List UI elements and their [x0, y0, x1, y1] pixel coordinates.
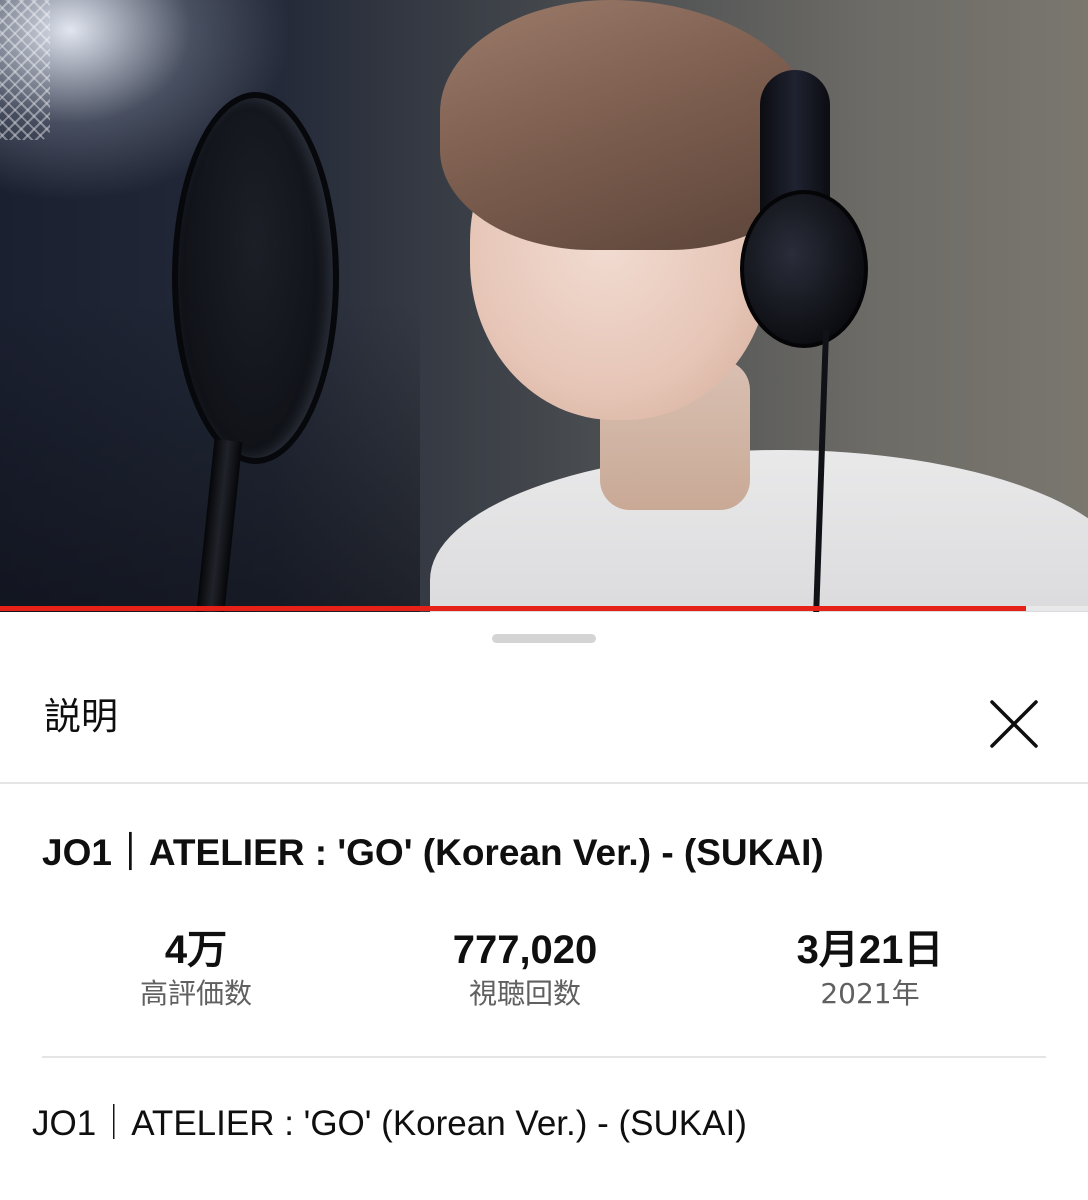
person-sweater-image — [430, 450, 1088, 612]
likes-count: 4万 — [164, 928, 228, 972]
drag-handle[interactable] — [492, 634, 596, 643]
microphone-image — [0, 0, 50, 140]
video-stats: 4万 高評価数 777,020 視聴回数 3月21日 2021年 — [0, 926, 1088, 1036]
views-count: 777,020 — [452, 928, 598, 972]
pop-filter-image — [172, 92, 339, 464]
video-title: JO1｜ATELIER : 'GO' (Korean Ver.) - (SUKA… — [42, 832, 824, 873]
close-icon — [990, 700, 1038, 748]
video-progress-bar[interactable] — [0, 606, 1088, 611]
header-divider — [0, 782, 1088, 784]
headphone-cup-image — [740, 190, 868, 348]
video-progress-fill — [0, 606, 1026, 611]
content-divider — [42, 1056, 1046, 1058]
upload-year: 2021年 — [820, 977, 920, 1010]
views-stat: 777,020 視聴回数 — [375, 926, 675, 1014]
video-player[interactable] — [0, 0, 1088, 612]
views-label: 視聴回数 — [468, 977, 581, 1010]
likes-stat: 4万 高評価数 — [46, 926, 346, 1014]
panel-title: 説明 — [44, 695, 118, 738]
description-panel: 説明 JO1｜ATELIER : 'GO' (Korean Ver.) - (S… — [0, 612, 1088, 1200]
upload-date-stat: 3月21日 2021年 — [720, 926, 1020, 1014]
description-text: JO1｜ATELIER : 'GO' (Korean Ver.) - (SUKA… — [32, 1104, 747, 1143]
likes-label: 高評価数 — [139, 977, 252, 1010]
upload-date: 3月21日 — [796, 928, 944, 972]
app-screen: 説明 JO1｜ATELIER : 'GO' (Korean Ver.) - (S… — [0, 0, 1088, 1200]
close-button[interactable] — [986, 696, 1042, 752]
